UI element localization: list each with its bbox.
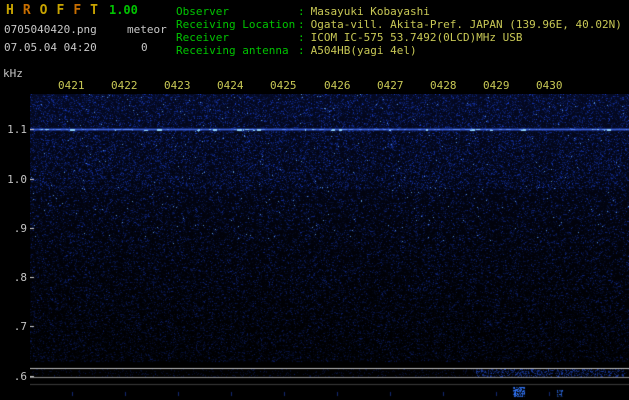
app-title-letter: F: [56, 3, 64, 18]
freq-tick-label: .7: [2, 320, 27, 333]
time-label: 0424: [217, 79, 244, 92]
field-label: Receiver: [176, 31, 298, 44]
time-label: 0427: [377, 79, 404, 92]
field-row-receiving-antenna: Receiving antenna: A504HB(yagi 4el): [176, 44, 622, 57]
field-label: Receiving antenna: [176, 44, 298, 57]
time-label: 0426: [324, 79, 351, 92]
freq-unit-label: kHz: [3, 67, 23, 80]
time-label: 0422: [111, 79, 138, 92]
freq-tick-label: .9: [2, 222, 27, 235]
app-title-letter: R: [23, 3, 31, 18]
app-title-letter: O: [40, 3, 48, 18]
hrofft-screenshot: H R O F F T 1.00 0705040420.png meteor 07.05.0…: [0, 0, 629, 400]
freq-tick-label: .6: [2, 370, 27, 383]
app-title-letter: H: [6, 3, 14, 18]
meteor-label: meteor: [127, 23, 167, 36]
time-label: 0425: [270, 79, 297, 92]
app-title-letter: T: [90, 3, 98, 18]
app-title: H R O F F T 1.00: [6, 3, 138, 18]
field-value: ICOM IC-575 53.7492(0LCD)MHz USB: [311, 31, 523, 44]
field-value: A504HB(yagi 4el): [311, 44, 417, 57]
observation-datetime: 07.05.04 04:20: [4, 41, 97, 54]
freq-tick-label: 1.1: [2, 123, 27, 136]
field-label: Observer: [176, 5, 298, 18]
field-row-receiving-location: Receiving Location: Ogata-vill. Akita-Pre…: [176, 18, 622, 31]
freq-tick-label: .8: [2, 271, 27, 284]
time-label: 0421: [58, 79, 85, 92]
time-label: 0430: [536, 79, 563, 92]
field-row-observer: Observer: Masayuki Kobayashi: [176, 5, 622, 18]
field-colon: :: [298, 44, 305, 57]
header-fields: Observer: Masayuki Kobayashi Receiving Lo…: [176, 5, 622, 57]
meteor-count: 0: [141, 41, 148, 54]
spectrogram-canvas: [30, 94, 629, 400]
freq-tick-label: 1.0: [2, 173, 27, 186]
app-title-letter: F: [73, 3, 81, 18]
file-name: 0705040420.png: [4, 23, 97, 36]
time-label: 0428: [430, 79, 457, 92]
field-colon: :: [298, 18, 305, 31]
field-colon: :: [298, 5, 305, 18]
field-label: Receiving Location: [176, 18, 298, 31]
field-row-receiver: Receiver: ICOM IC-575 53.7492(0LCD)MHz US…: [176, 31, 622, 44]
field-value: Masayuki Kobayashi: [311, 5, 430, 18]
field-colon: :: [298, 31, 305, 44]
time-label: 0423: [164, 79, 191, 92]
field-value: Ogata-vill. Akita-Pref. JAPAN (139.96E, …: [311, 18, 622, 31]
time-label: 0429: [483, 79, 510, 92]
time-axis: 0421 0422 0423 0424 0425 0426 0427 0428 …: [0, 79, 629, 92]
app-version: 1.00: [109, 3, 138, 17]
